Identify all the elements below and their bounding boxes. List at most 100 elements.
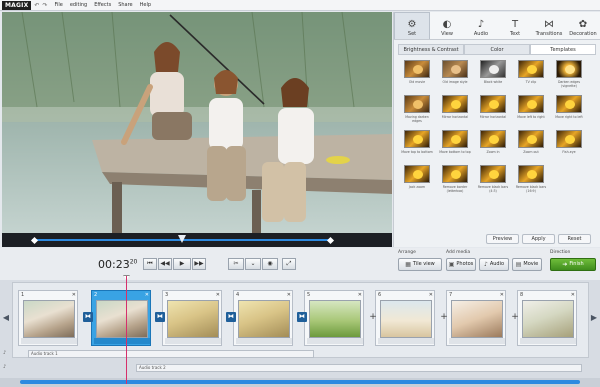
timeline-playhead[interactable] (126, 276, 127, 384)
speaker-icon: ♪ (3, 350, 7, 356)
split-tool-button[interactable]: ⌄ (245, 258, 261, 270)
add-photos-button[interactable]: ▣ Photos (446, 258, 476, 271)
close-icon[interactable]: ✕ (429, 292, 433, 298)
timeline-clip[interactable]: 3 ✕ (162, 290, 222, 346)
template-item[interactable]: Black white (476, 60, 510, 88)
clip-effects-bar[interactable] (307, 338, 363, 344)
close-icon[interactable]: ✕ (500, 292, 504, 298)
close-icon[interactable]: ✕ (72, 292, 76, 298)
template-item[interactable]: Old movie (400, 60, 434, 88)
fullscreen-button[interactable]: ⤢ (282, 258, 296, 270)
subtab-color[interactable]: Color (464, 44, 530, 55)
tab-audio[interactable]: ♪ Audio (464, 12, 498, 39)
template-item[interactable]: Remove border (letterbox) (438, 165, 472, 193)
timeline-clip[interactable]: 8 ✕ (517, 290, 577, 346)
tile-view-button[interactable]: ▦ Tile view (398, 258, 442, 271)
add-audio-button[interactable]: ♪ Audio (479, 258, 509, 271)
template-label: Remove black bars (16:9) (515, 185, 547, 193)
template-item[interactable]: Move top to bottom (400, 130, 434, 158)
template-item[interactable]: Move bottom to top (438, 130, 472, 158)
audio-track[interactable]: Audio track 2 (136, 364, 582, 372)
template-item[interactable]: Remove black bars (16:9) (514, 165, 548, 193)
tab-transitions[interactable]: ⋈ Transitions (532, 12, 566, 39)
template-item[interactable]: Old image style (438, 60, 472, 88)
range-end-handle[interactable] (326, 236, 335, 245)
clip-effects-bar[interactable] (378, 338, 434, 344)
template-item[interactable]: Moving darken edges (400, 95, 434, 123)
add-transition-icon[interactable]: + (368, 312, 378, 322)
preview-button[interactable]: Preview (486, 234, 519, 244)
clip-effects-bar[interactable] (236, 338, 292, 344)
close-icon[interactable]: ✕ (145, 292, 149, 298)
clip-strip: 1 ✕ 2 ✕ 3 ✕ 4 ✕ 5 ✕ 6 ✕ 7 ✕ 8 ✕ ⧓ ⧓ ⧓ ⧓ + + + (12, 282, 589, 358)
thumbnail-highlight (489, 65, 499, 74)
preview-scrubber[interactable] (2, 233, 392, 247)
timeline-clip[interactable]: 1 ✕ (18, 290, 78, 346)
clip-effects-bar[interactable] (520, 338, 576, 344)
rewind-button[interactable]: ◀◀ (158, 258, 172, 270)
finish-button[interactable]: ➔ Finish (550, 258, 596, 271)
menu-share[interactable]: Share (118, 2, 132, 8)
cut-tool-button[interactable]: ✂ (228, 258, 244, 270)
add-transition-icon[interactable]: + (510, 312, 520, 322)
scroll-right-icon[interactable]: ▶ (590, 310, 598, 326)
template-thumbnail (404, 165, 430, 183)
redo-icon[interactable]: ↷ (42, 2, 47, 9)
timeline-clip[interactable]: 7 ✕ (446, 290, 506, 346)
template-item[interactable]: Fish-eye (552, 130, 586, 158)
scroll-left-icon[interactable]: ◀ (2, 310, 10, 326)
fast-forward-button[interactable]: ▶▶ (192, 258, 206, 270)
timeline-clip[interactable]: 5 ✕ (304, 290, 364, 346)
template-item[interactable]: Zoom in (476, 130, 510, 158)
transition-icon[interactable]: ⧓ (297, 312, 307, 322)
menu-effects[interactable]: Effects (94, 2, 111, 8)
close-icon[interactable]: ✕ (287, 292, 291, 298)
sliders-icon: ⚙ (407, 19, 417, 30)
clip-thumbnail (167, 300, 219, 338)
snapshot-button[interactable]: ◉ (262, 258, 278, 270)
close-icon[interactable]: ✕ (216, 292, 220, 298)
transition-icon[interactable]: ⧓ (226, 312, 236, 322)
template-item[interactable]: Mirror horizontal (476, 95, 510, 123)
tab-set[interactable]: ⚙ Set (394, 12, 430, 39)
template-item[interactable]: Zoom out (514, 130, 548, 158)
apply-button[interactable]: Apply (522, 234, 555, 244)
add-transition-icon[interactable]: + (439, 312, 449, 322)
timeline-scrollbar[interactable] (20, 380, 580, 384)
template-item[interactable]: Move left to right (514, 95, 548, 123)
menu-help[interactable]: Help (140, 2, 151, 8)
template-item[interactable]: Move right to left (552, 95, 586, 123)
clip-effects-bar[interactable] (165, 338, 221, 344)
template-thumbnail (442, 95, 468, 113)
tab-decoration[interactable]: ✿ Decoration (566, 12, 600, 39)
audio-track[interactable]: Audio track 1 (28, 350, 314, 358)
template-item[interactable]: Remove black bars (4:3) (476, 165, 510, 193)
transition-icon[interactable]: ⧓ (155, 312, 165, 322)
menu-file[interactable]: File (54, 2, 62, 8)
timeline-clip[interactable]: 2 ✕ (91, 290, 151, 346)
template-item[interactable]: Darken edges (vignette) (552, 60, 586, 88)
template-item[interactable]: Jack zoom (400, 165, 434, 193)
clip-effects-bar[interactable] (21, 338, 77, 344)
play-button[interactable]: ▶ (173, 258, 191, 270)
close-icon[interactable]: ✕ (571, 292, 575, 298)
undo-icon[interactable]: ↶ (34, 2, 39, 9)
video-preview[interactable] (2, 12, 392, 233)
tab-view[interactable]: ◐ View (430, 12, 464, 39)
clip-effects-bar[interactable] (94, 338, 150, 344)
timeline-clip[interactable]: 4 ✕ (233, 290, 293, 346)
template-item[interactable]: Mirror horizontal (438, 95, 472, 123)
transition-icon[interactable]: ⧓ (83, 312, 93, 322)
template-item[interactable]: TV clip (514, 60, 548, 88)
clip-effects-bar[interactable] (449, 338, 505, 344)
subtab-templates[interactable]: Templates (530, 44, 596, 55)
subtab-brightness-contrast[interactable]: Brightness & Contrast (398, 44, 464, 55)
close-icon[interactable]: ✕ (358, 292, 362, 298)
menu-editing[interactable]: editing (70, 2, 87, 8)
reset-button[interactable]: Reset (558, 234, 591, 244)
add-movie-button[interactable]: ▤ Movie (512, 258, 542, 271)
skip-start-button[interactable]: ⏮ (143, 258, 157, 270)
tab-text[interactable]: T Text (498, 12, 532, 39)
tab-label: Set (407, 31, 417, 37)
timeline-clip[interactable]: 6 ✕ (375, 290, 435, 346)
